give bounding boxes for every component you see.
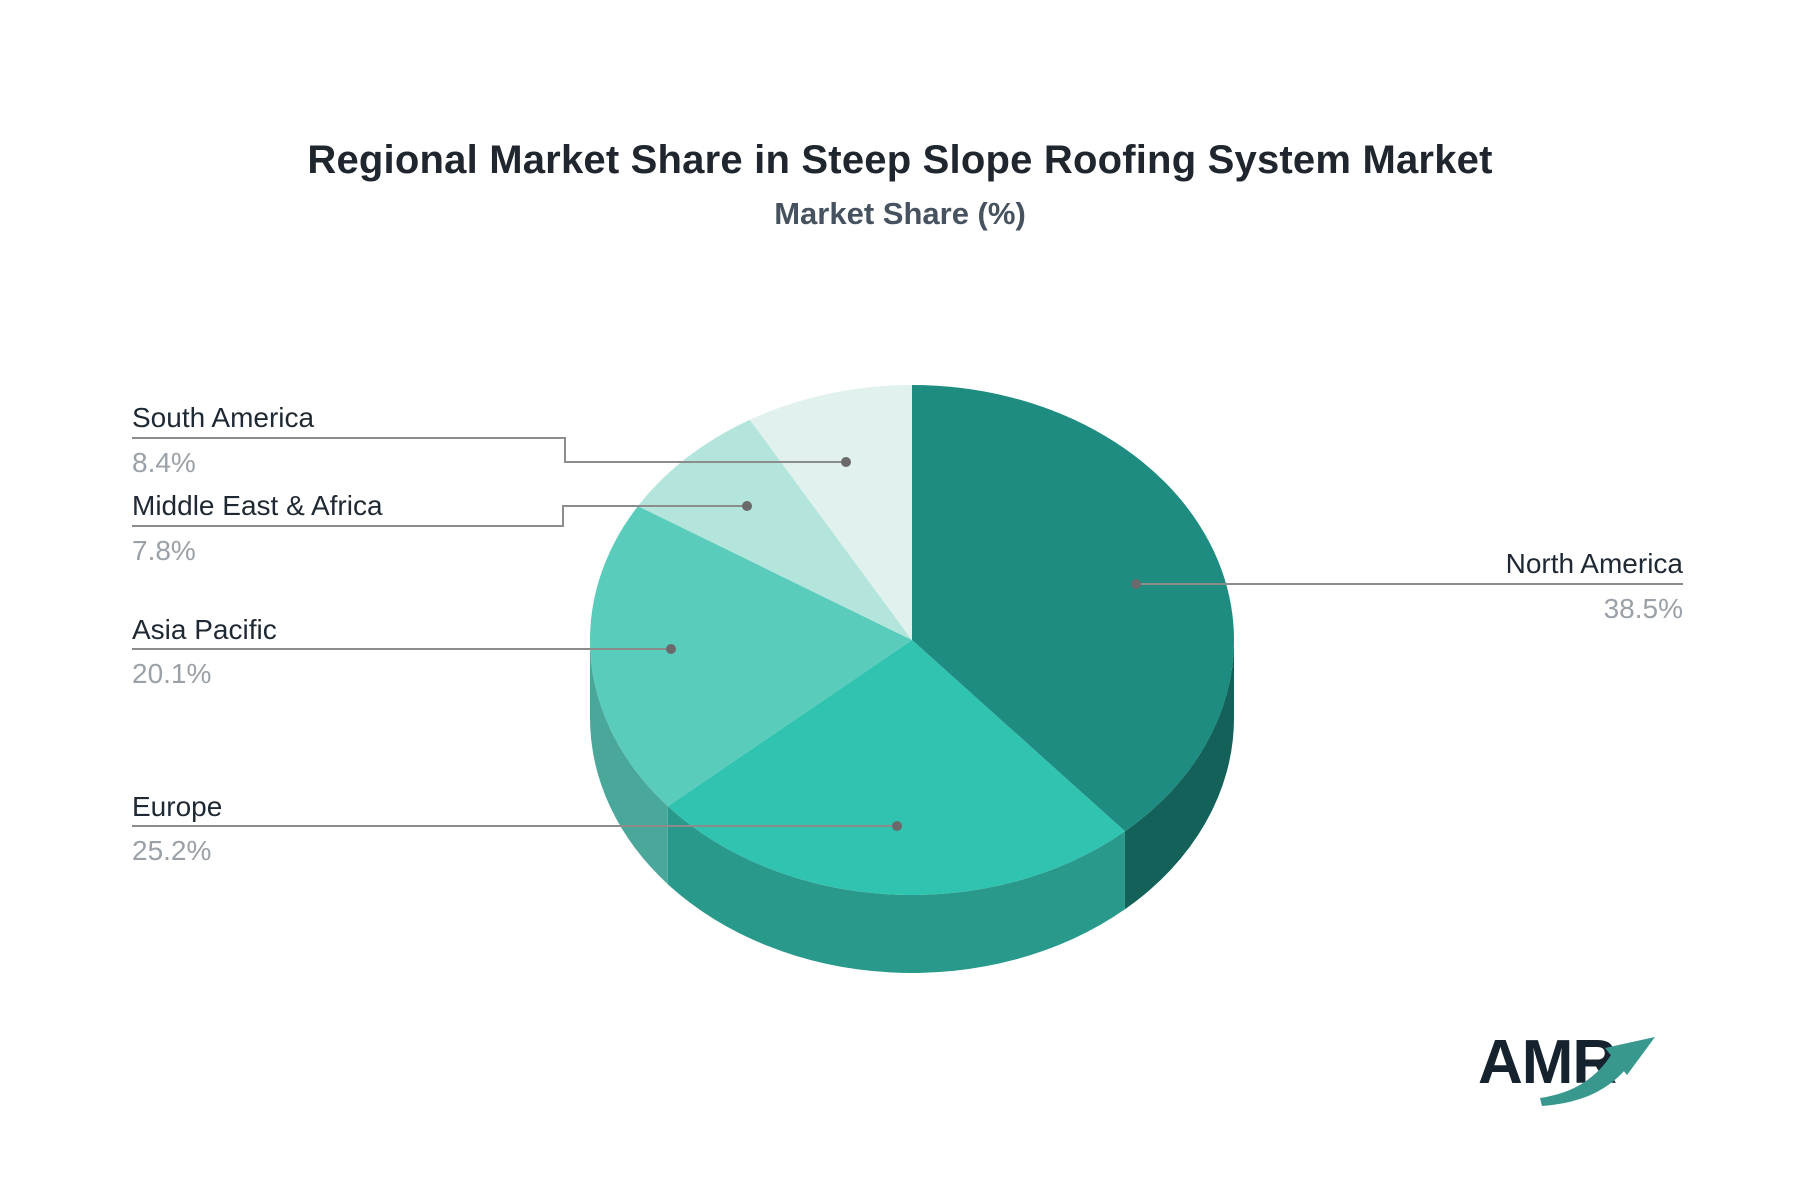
leader-dot-middle-east-africa [742,501,752,511]
leader-dot-south-america [841,457,851,467]
pie-label-europe: Europe [132,791,223,822]
pie-label-south-america: South America [132,402,315,433]
leader-dot-north-america [1131,579,1141,589]
chart-canvas: Regional Market Share in Steep Slope Roo… [0,0,1800,1196]
leader-dot-europe [892,821,902,831]
chart-subtitle: Market Share (%) [774,196,1026,231]
pie-percent-europe: 25.2% [132,835,212,866]
pie-percent-north-america: 38.5% [1603,593,1683,624]
chart-title: Regional Market Share in Steep Slope Roo… [307,138,1493,182]
pie-label-asia-pacific: Asia Pacific [132,614,277,645]
pie-percent-middle-east-africa: 7.8% [132,535,196,566]
pie-percent-asia-pacific: 20.1% [132,658,212,689]
trend-up-arrow-icon [1540,1037,1655,1106]
pie-label-middle-east-africa: Middle East & Africa [132,490,383,521]
pie-percent-south-america: 8.4% [132,447,196,478]
leader-dot-asia-pacific [666,644,676,654]
pie-label-north-america: North America [1505,548,1683,579]
